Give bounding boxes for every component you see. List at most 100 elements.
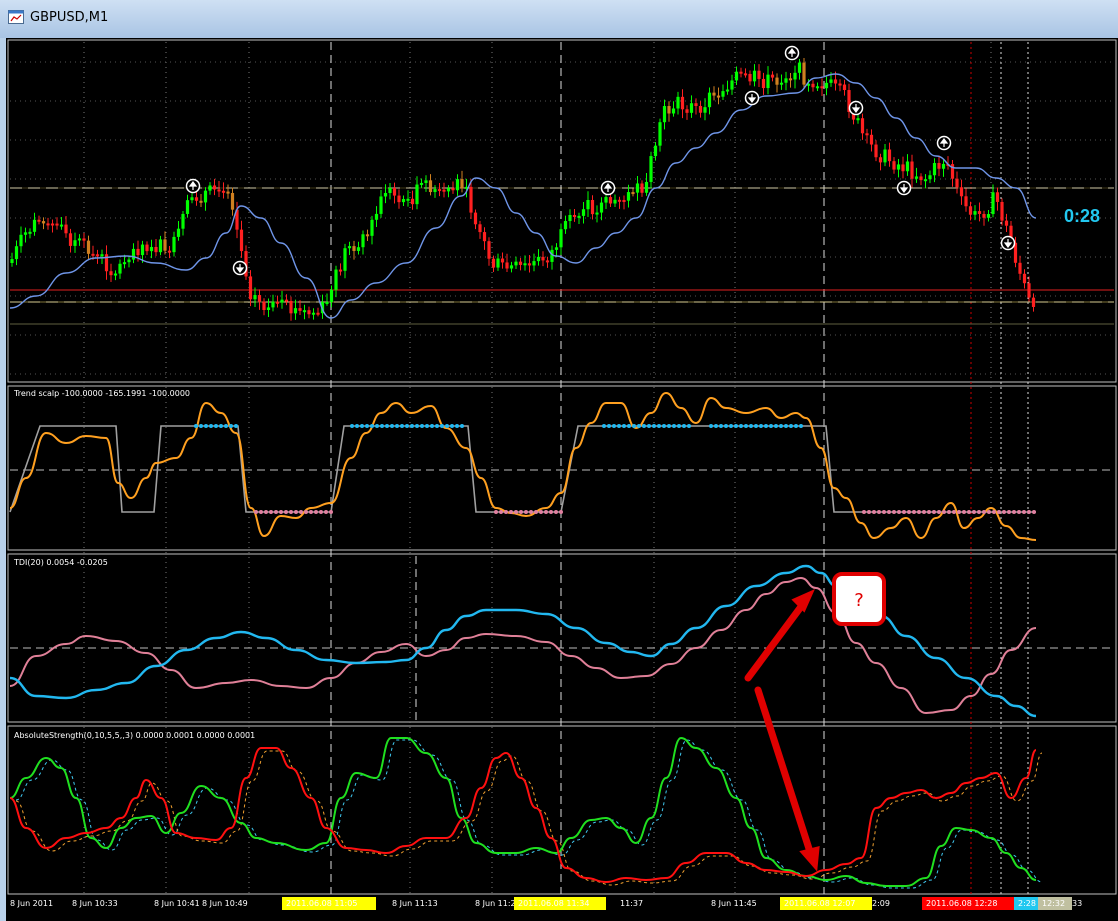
candle — [356, 247, 361, 251]
trend-dot — [269, 510, 273, 514]
tdi-pane[interactable] — [7, 553, 1117, 723]
candle — [527, 263, 532, 266]
candle — [725, 89, 730, 92]
candle — [883, 149, 887, 163]
trend-dot — [759, 424, 763, 428]
candle — [572, 215, 577, 218]
trend-dot — [329, 510, 333, 514]
candle — [82, 238, 86, 241]
trend-dot — [967, 510, 971, 514]
candle — [703, 107, 707, 113]
candle — [347, 246, 352, 249]
candle — [892, 161, 896, 170]
candle — [118, 263, 122, 274]
trend-dot — [872, 510, 876, 514]
trend-dot — [415, 424, 419, 428]
candle — [149, 246, 154, 252]
candle — [712, 92, 716, 96]
candle — [239, 229, 244, 252]
candle — [370, 219, 374, 236]
price-pane[interactable] — [7, 39, 1117, 383]
trend-dot — [324, 510, 328, 514]
candle — [140, 244, 145, 256]
candle — [865, 133, 869, 136]
chart-area[interactable]: Trend scalp -100.0000 -165.1991 -100.000… — [6, 38, 1118, 921]
candle — [181, 213, 185, 229]
trend-dot — [977, 510, 981, 514]
candle — [163, 239, 167, 251]
candle — [190, 197, 194, 201]
trend-dot — [494, 510, 498, 514]
trend-dot — [209, 424, 213, 428]
candle — [784, 78, 788, 83]
x-axis-label: 8 Jun 11:21 — [475, 899, 521, 908]
candle — [658, 122, 662, 146]
trend-dot — [314, 510, 318, 514]
annotation-arrows — [744, 589, 820, 872]
candle — [964, 196, 968, 207]
candle — [514, 261, 518, 266]
trend-scalp-pane[interactable] — [7, 385, 1117, 551]
candle — [167, 250, 172, 253]
candle — [437, 189, 442, 192]
candle — [617, 199, 622, 202]
trend-dot — [769, 424, 773, 428]
trend-dot — [774, 424, 778, 428]
x-axis-label: 33 — [1072, 899, 1082, 908]
candle — [451, 188, 455, 191]
trend-dot — [264, 510, 268, 514]
trend-dot — [877, 510, 881, 514]
candle — [262, 301, 266, 310]
candle — [176, 228, 181, 237]
candle — [577, 215, 581, 218]
trend-dot — [219, 424, 223, 428]
x-axis-label: 8 Jun 2011 — [10, 899, 53, 908]
candle — [46, 223, 50, 226]
trend-dot — [309, 510, 313, 514]
candle — [298, 308, 302, 311]
candle — [136, 248, 140, 256]
trend-dot — [867, 510, 871, 514]
candle — [613, 199, 617, 204]
candle — [424, 180, 428, 183]
trend-dot — [622, 424, 626, 428]
x-axis-label: 8 Jun 11:13 — [392, 899, 438, 908]
candle — [212, 185, 217, 190]
candle — [500, 258, 505, 263]
candle — [154, 246, 158, 253]
chart-canvas[interactable]: Trend scalp -100.0000 -165.1991 -100.000… — [6, 38, 1118, 921]
candle — [901, 164, 905, 172]
abs-signal-bull-line — [15, 739, 1043, 889]
absolute-strength-pane[interactable] — [7, 725, 1117, 895]
x-axis-label: 8 Jun 11:45 — [711, 899, 757, 908]
candle — [653, 145, 658, 157]
candle — [595, 212, 599, 215]
candle — [968, 206, 973, 215]
x-axis-label: 8 Jun 10:49 — [202, 899, 248, 908]
trend-dot — [259, 510, 263, 514]
candle — [428, 180, 433, 193]
trend-dot — [544, 510, 548, 514]
trend-dot — [882, 510, 886, 514]
candle — [1000, 201, 1004, 221]
candle — [208, 185, 212, 191]
candle — [230, 192, 235, 210]
candle — [788, 78, 793, 81]
trend-dot — [652, 424, 656, 428]
trend-dot — [274, 510, 278, 514]
trend-dot — [729, 424, 733, 428]
candle — [73, 240, 77, 246]
trend-dot — [1012, 510, 1016, 514]
candle — [131, 248, 136, 260]
chart-window-icon — [8, 10, 24, 24]
trend-dot — [642, 424, 646, 428]
candle — [86, 240, 91, 254]
candle — [1031, 297, 1036, 307]
candle — [973, 211, 977, 215]
candle — [329, 289, 334, 302]
title-bar[interactable]: GBPUSD,M1 — [0, 0, 1118, 38]
trend-dot — [709, 424, 713, 428]
trend-dot — [794, 424, 798, 428]
candle — [248, 276, 253, 300]
candle — [536, 256, 541, 262]
